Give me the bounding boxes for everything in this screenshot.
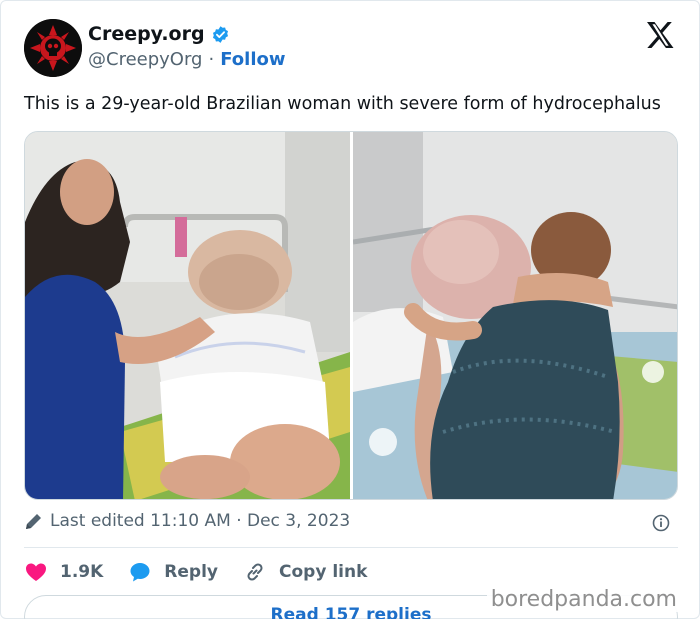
tweet-text: This is a 29-year-old Brazilian woman wi…: [24, 94, 661, 114]
avatar[interactable]: [24, 19, 82, 77]
edited-timestamp[interactable]: Last edited 11:10 AM · Dec 3, 2023: [24, 511, 350, 531]
display-name[interactable]: Creepy.org: [88, 23, 205, 45]
watermark: boredpanda.com: [486, 587, 681, 612]
tweet-embed-card: Creepy.org @CreepyOrg · Follow This is a…: [0, 0, 700, 619]
photo-right[interactable]: [353, 132, 677, 499]
x-logo-icon[interactable]: [645, 21, 675, 49]
info-icon[interactable]: [652, 514, 670, 532]
reply-label: Reply: [164, 562, 218, 582]
pencil-icon: [26, 514, 41, 529]
copy-link-button[interactable]: Copy link: [243, 560, 367, 584]
action-bar: 1.9K Reply Copy link: [24, 559, 392, 585]
divider: [24, 547, 678, 548]
verified-badge-icon: [212, 25, 228, 43]
reply-bubble-icon: [130, 563, 150, 582]
media-grid[interactable]: [24, 131, 678, 500]
tweet-header: Creepy.org @CreepyOrg · Follow: [24, 19, 679, 79]
like-button[interactable]: 1.9K: [24, 560, 103, 584]
reply-button[interactable]: Reply: [128, 560, 218, 584]
heart-icon: [26, 563, 46, 581]
skull-logo-avatar: [24, 19, 82, 77]
follow-link[interactable]: Follow: [220, 49, 285, 70]
photo-embrace: [353, 132, 677, 499]
link-icon: [247, 563, 263, 581]
handle[interactable]: @CreepyOrg: [88, 49, 202, 70]
separator-dot: ·: [208, 49, 215, 70]
edited-label: Last edited 11:10 AM · Dec 3, 2023: [50, 511, 351, 531]
photo-woman-with-patient: [25, 132, 350, 499]
photo-left[interactable]: [25, 132, 350, 499]
copy-link-label: Copy link: [279, 562, 368, 582]
like-count: 1.9K: [60, 562, 104, 582]
